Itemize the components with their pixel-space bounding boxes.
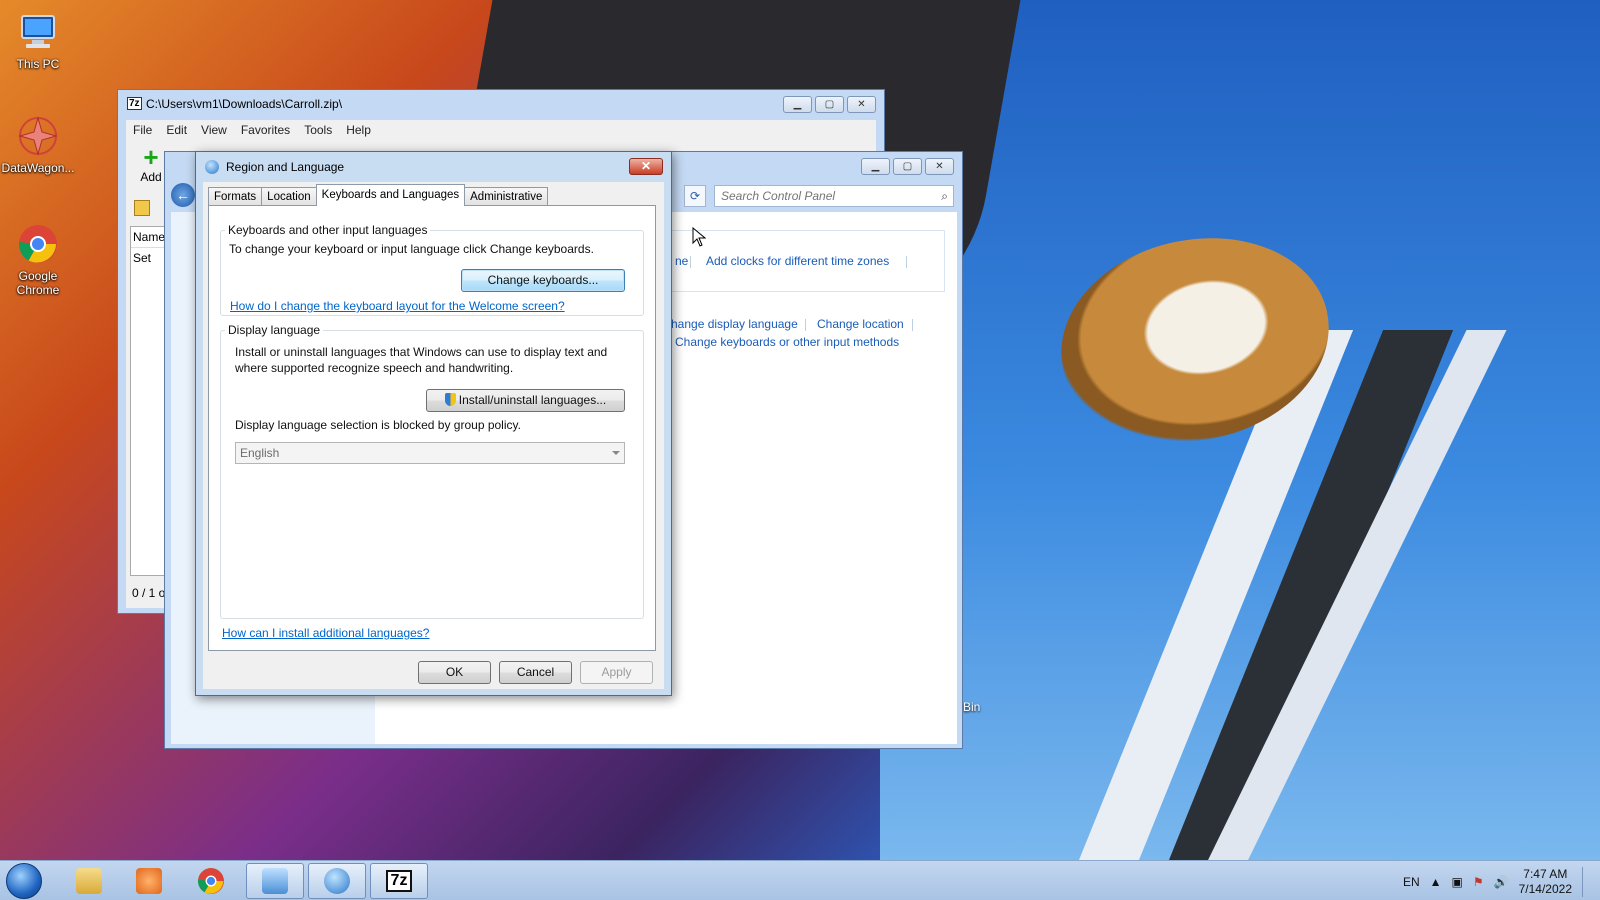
- clock-time: 7:47 AM: [1523, 867, 1568, 881]
- close-button[interactable]: ✕: [847, 96, 876, 113]
- refresh-icon[interactable]: ⟳: [684, 185, 706, 207]
- taskbar-control-panel[interactable]: [246, 863, 304, 899]
- 7zip-icon: 7z: [127, 97, 142, 110]
- link-change-keyboards[interactable]: Change keyboards or other input methods: [675, 335, 899, 349]
- add-label: Add: [140, 170, 162, 184]
- close-button[interactable]: ✕: [925, 158, 954, 175]
- menu-help[interactable]: Help: [339, 120, 378, 140]
- taskbar-region-language[interactable]: [308, 863, 366, 899]
- show-hidden-icons-chevron-up-icon[interactable]: ▲: [1430, 875, 1442, 889]
- display-language-description-line2: where supported recognize speech and han…: [235, 361, 514, 375]
- zip-menubar: File Edit View Favorites Tools Help: [126, 120, 876, 140]
- globe-icon: [205, 160, 219, 174]
- cp-search-box[interactable]: ⌕: [714, 185, 954, 207]
- link-time-fragment[interactable]: ne: [675, 254, 688, 268]
- tab-keyboards-and-languages[interactable]: Keyboards and Languages: [315, 184, 466, 206]
- recycle-bin-label[interactable]: Bin: [963, 700, 980, 714]
- desktop-icon-google-chrome[interactable]: Google Chrome: [1, 222, 75, 297]
- link-change-location[interactable]: Change location: [817, 317, 904, 331]
- link-add-clocks[interactable]: Add clocks for different time zones: [706, 254, 889, 268]
- taskbar-explorer[interactable]: [60, 863, 118, 899]
- tab-formats[interactable]: Formats: [208, 187, 263, 206]
- install-additional-languages-link[interactable]: How can I install additional languages?: [222, 626, 429, 640]
- cp-nav: ←: [171, 182, 195, 208]
- link-change-display-language[interactable]: hange display language: [671, 317, 798, 331]
- change-keyboards-button[interactable]: Change keyboards...: [461, 269, 625, 292]
- taskbar-chrome[interactable]: [182, 863, 240, 899]
- apply-button[interactable]: Apply: [580, 661, 653, 684]
- tab-strip: Formats Location Keyboards and Languages…: [208, 184, 549, 206]
- media-player-icon: [136, 868, 162, 894]
- tab-page-keyboards: Keyboards and other input languages To c…: [208, 205, 656, 651]
- globe-icon: [324, 868, 350, 894]
- search-icon[interactable]: ⌕: [941, 189, 948, 204]
- close-button[interactable]: ✕: [629, 158, 663, 175]
- install-uninstall-languages-button[interactable]: Install/uninstall languages...: [426, 389, 625, 412]
- clock-date: 7/14/2022: [1518, 882, 1572, 896]
- taskbar: 7z EN ▲ ▣ ⚑ 🔊 7:47 AM 7/14/2022: [0, 860, 1600, 900]
- computer-icon: [21, 15, 55, 48]
- desktop-icon-label: DataWagon...: [1, 161, 75, 175]
- link-separator: [805, 319, 806, 331]
- chrome-icon: [18, 225, 57, 263]
- link-separator: [906, 256, 907, 268]
- maximize-button[interactable]: ▢: [815, 96, 844, 113]
- back-arrow-icon[interactable]: ←: [171, 183, 195, 207]
- desktop-icon-label: Google Chrome: [16, 269, 60, 297]
- display-language-group-title: Display language: [225, 323, 324, 337]
- chrome-icon: [198, 868, 224, 894]
- group-policy-blocked-text: Display language selection is blocked by…: [235, 418, 521, 432]
- dialog-client: Formats Location Keyboards and Languages…: [203, 182, 664, 689]
- language-indicator[interactable]: EN: [1403, 875, 1420, 889]
- keyboards-group-title: Keyboards and other input languages: [225, 223, 431, 237]
- link-separator: [912, 319, 913, 331]
- keyboards-description: To change your keyboard or input languag…: [229, 242, 594, 256]
- start-button[interactable]: [6, 863, 42, 899]
- show-desktop-button[interactable]: [1582, 867, 1590, 897]
- dialog-titlebar[interactable]: Region and Language ✕: [196, 152, 671, 182]
- network-icon[interactable]: ▣: [1452, 875, 1463, 889]
- folder-icon: [76, 868, 102, 894]
- control-panel-icon: [262, 868, 288, 894]
- region-language-dialog[interactable]: Region and Language ✕ Formats Location K…: [195, 151, 672, 696]
- up-folder-icon[interactable]: [134, 200, 150, 216]
- taskbar-7zip[interactable]: 7z: [370, 863, 428, 899]
- menu-edit[interactable]: Edit: [159, 120, 194, 140]
- welcome-screen-keyboard-link[interactable]: How do I change the keyboard layout for …: [230, 299, 565, 313]
- tab-administrative[interactable]: Administrative: [464, 187, 549, 206]
- clock[interactable]: 7:47 AM 7/14/2022: [1519, 867, 1572, 897]
- desktop-icon-datawagon[interactable]: DataWagon...: [1, 114, 75, 175]
- menu-favorites[interactable]: Favorites: [234, 120, 297, 140]
- desktop-icon-this-pc[interactable]: This PC: [1, 10, 75, 71]
- display-language-select[interactable]: English: [235, 442, 625, 464]
- ok-button[interactable]: OK: [418, 661, 491, 684]
- taskbar-media-player[interactable]: [120, 863, 178, 899]
- menu-tools[interactable]: Tools: [297, 120, 339, 140]
- cancel-button[interactable]: Cancel: [499, 661, 572, 684]
- tab-location[interactable]: Location: [261, 187, 317, 206]
- datawagon-icon: [18, 116, 58, 156]
- zip-window-title: C:\Users\vm1\Downloads\Carroll.zip\: [146, 97, 343, 111]
- 7zip-icon: 7z: [385, 870, 413, 892]
- search-input[interactable]: [715, 186, 925, 206]
- menu-file[interactable]: File: [126, 120, 159, 140]
- uac-shield-icon: [444, 393, 456, 406]
- dialog-title: Region and Language: [226, 160, 345, 174]
- minimize-button[interactable]: ▁: [861, 158, 890, 175]
- mouse-cursor-icon: [692, 227, 706, 247]
- install-uninstall-label: Install/uninstall languages...: [458, 393, 607, 407]
- volume-icon[interactable]: 🔊: [1494, 875, 1509, 889]
- system-tray: EN ▲ ▣ ⚑ 🔊 7:47 AM 7/14/2022: [1403, 867, 1590, 897]
- action-center-flag-icon[interactable]: ⚑: [1473, 875, 1484, 889]
- zip-status: 0 / 1 ol: [132, 586, 169, 600]
- zip-titlebar[interactable]: 7z C:\Users\vm1\Downloads\Carroll.zip\ ▁…: [118, 90, 884, 118]
- display-language-description-line1: Install or uninstall languages that Wind…: [235, 345, 608, 359]
- chevron-down-icon: [612, 451, 620, 455]
- display-language-value: English: [240, 446, 280, 460]
- desktop-icon-label: This PC: [16, 57, 60, 71]
- menu-view[interactable]: View: [194, 120, 234, 140]
- minimize-button[interactable]: ▁: [783, 96, 812, 113]
- link-separator: [690, 256, 691, 268]
- maximize-button[interactable]: ▢: [893, 158, 922, 175]
